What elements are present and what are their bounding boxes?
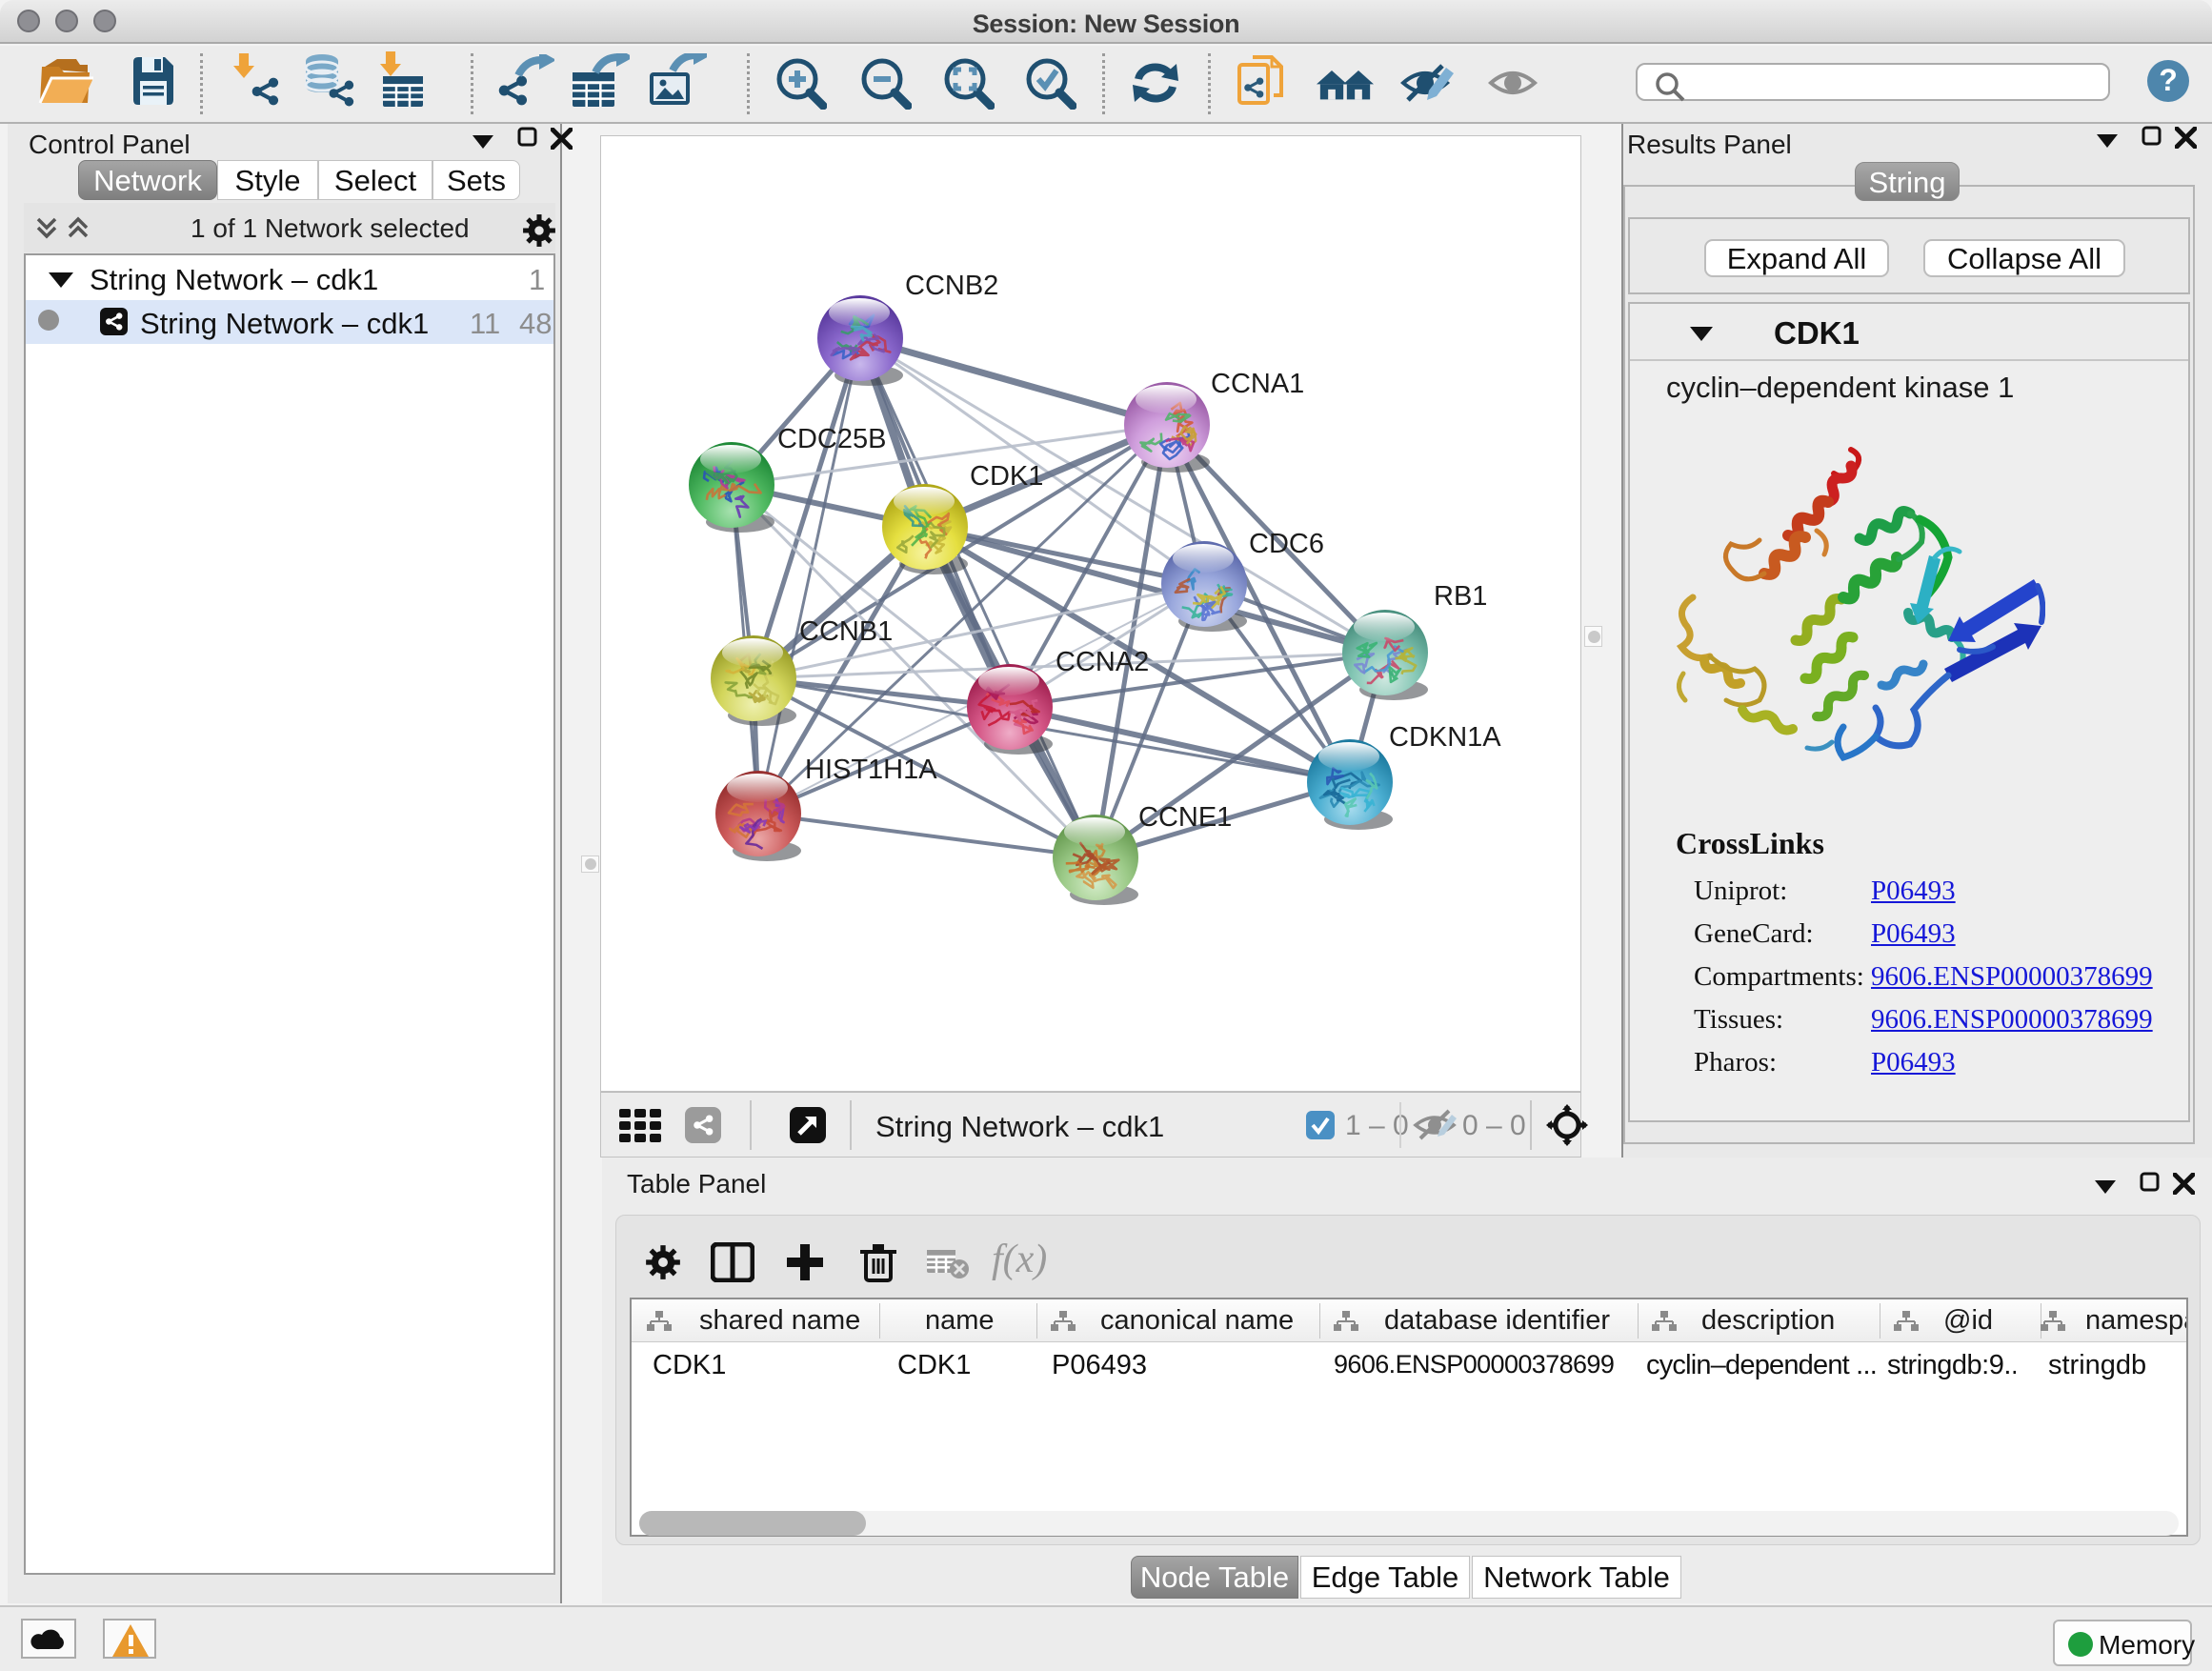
- svg-text:CDC6: CDC6: [1249, 529, 1324, 559]
- svg-text:CCNB1: CCNB1: [799, 616, 893, 647]
- svg-text:CDC25B: CDC25B: [777, 424, 886, 454]
- svg-text:CCNA2: CCNA2: [1056, 647, 1149, 677]
- svg-text:CDK1: CDK1: [970, 461, 1043, 492]
- svg-text:CCNE1: CCNE1: [1138, 802, 1232, 833]
- svg-text:CCNB2: CCNB2: [905, 271, 998, 301]
- svg-text:CCNA1: CCNA1: [1211, 369, 1304, 399]
- svg-text:CDKN1A: CDKN1A: [1389, 722, 1501, 753]
- svg-text:RB1: RB1: [1434, 581, 1487, 612]
- svg-text:HIST1H1A: HIST1H1A: [805, 755, 937, 785]
- svg-text:?: ?: [2159, 63, 2178, 97]
